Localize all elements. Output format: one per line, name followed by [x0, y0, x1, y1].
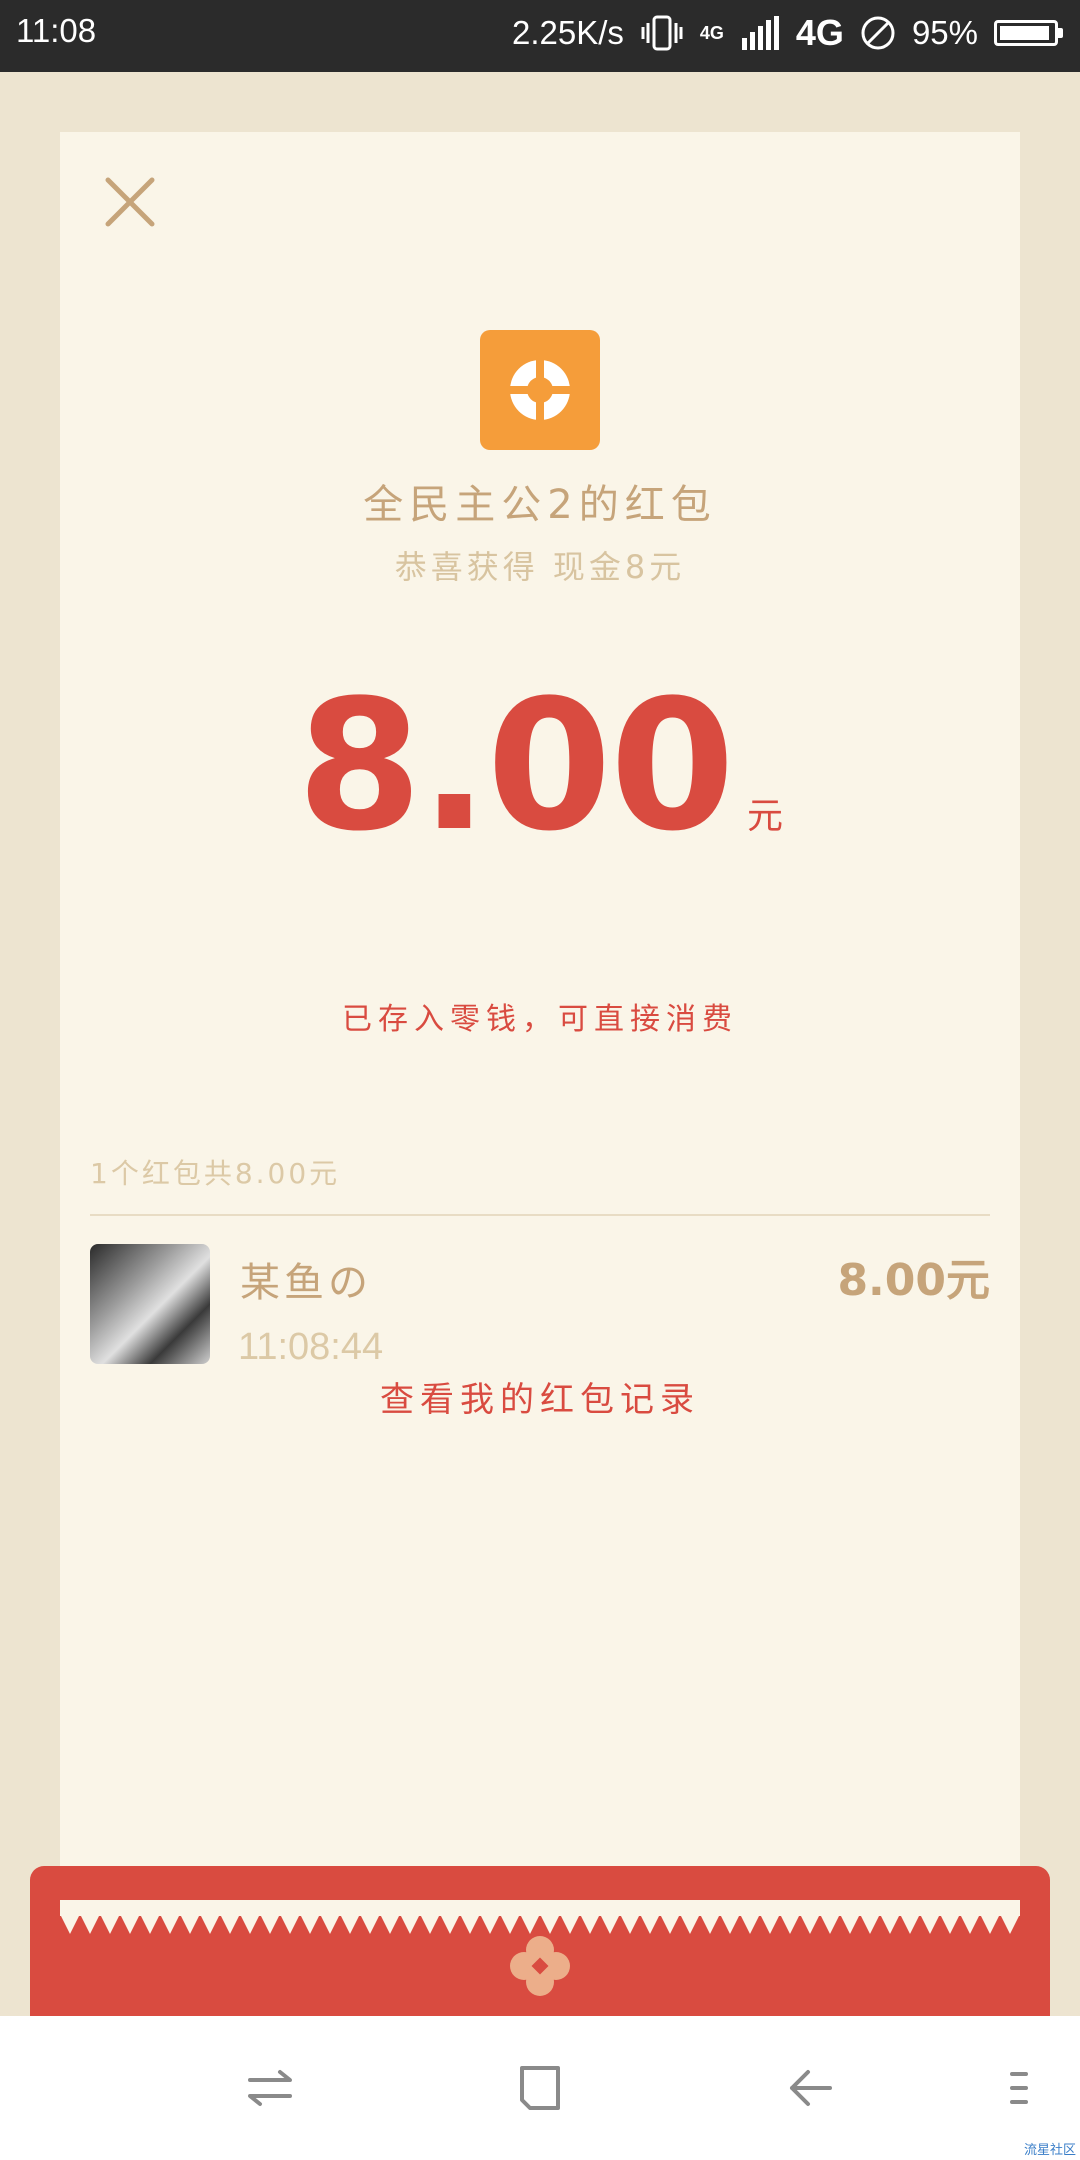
view-history-link[interactable]: 查看我的红包记录: [60, 1372, 1020, 1421]
battery-percent: 95%: [911, 14, 978, 51]
net-type-small: 4G: [699, 22, 724, 43]
amount-display: 8.00 元: [60, 662, 1020, 871]
watermark: 流星社区: [1023, 2143, 1076, 2158]
battery-fill: [1000, 26, 1049, 40]
back-button[interactable]: [780, 2058, 840, 2118]
deposit-note: 已存入零钱，可直接消费: [342, 1002, 738, 1037]
amount-unit: 元: [747, 796, 784, 837]
record-name: 某鱼の: [240, 1260, 372, 1306]
close-button[interactable]: [100, 172, 160, 232]
navigation-bar: 流星社区: [0, 2016, 1080, 2160]
app-logo-icon: [504, 354, 576, 426]
avatar: [90, 1244, 210, 1364]
home-icon: [520, 2066, 560, 2110]
divider: [90, 1214, 990, 1216]
zigzag-edge: [60, 1914, 1020, 1934]
switch-apps-icon: [248, 2070, 292, 2106]
sender-title: 全民主公2的红包: [363, 482, 717, 528]
status-bar: 11:08 2.25K/s 4G 4G 95%: [0, 0, 1080, 72]
net-speed: 2.25K/s: [511, 14, 624, 51]
home-button[interactable]: [510, 2058, 570, 2118]
back-icon: [790, 2070, 832, 2106]
record-time: 11:08:44: [238, 1326, 384, 1368]
vibrate-icon: [640, 13, 684, 53]
net-type: 4G: [795, 12, 844, 53]
status-indicators: 2.25K/s 4G 4G 95%: [511, 12, 1063, 54]
status-time: 11:08: [16, 12, 97, 49]
packet-summary: 1个红包共8.00元: [90, 1157, 341, 1190]
menu-icon: [1010, 2072, 1028, 2104]
amount-value: 8.00: [296, 662, 735, 871]
menu-button[interactable]: [1004, 2058, 1044, 2118]
red-packet-card: 全民主公2的红包 恭喜获得 现金8元 8.00 元 已存入零钱，可直接消费 1个红…: [60, 132, 1020, 1932]
switch-apps-button[interactable]: [240, 2058, 300, 2118]
flower-icon: [510, 1936, 570, 1996]
signal-icon: [740, 16, 780, 50]
list-item[interactable]: 某鱼の 11:08:44 8.00元: [90, 1244, 990, 1368]
record-amount: 8.00元: [837, 1255, 990, 1306]
battery-icon: [994, 20, 1063, 46]
wish-text: 恭喜获得 现金8元: [394, 548, 686, 586]
app-logo: [480, 330, 600, 450]
close-icon: [105, 177, 155, 227]
dnd-icon: [860, 15, 896, 51]
